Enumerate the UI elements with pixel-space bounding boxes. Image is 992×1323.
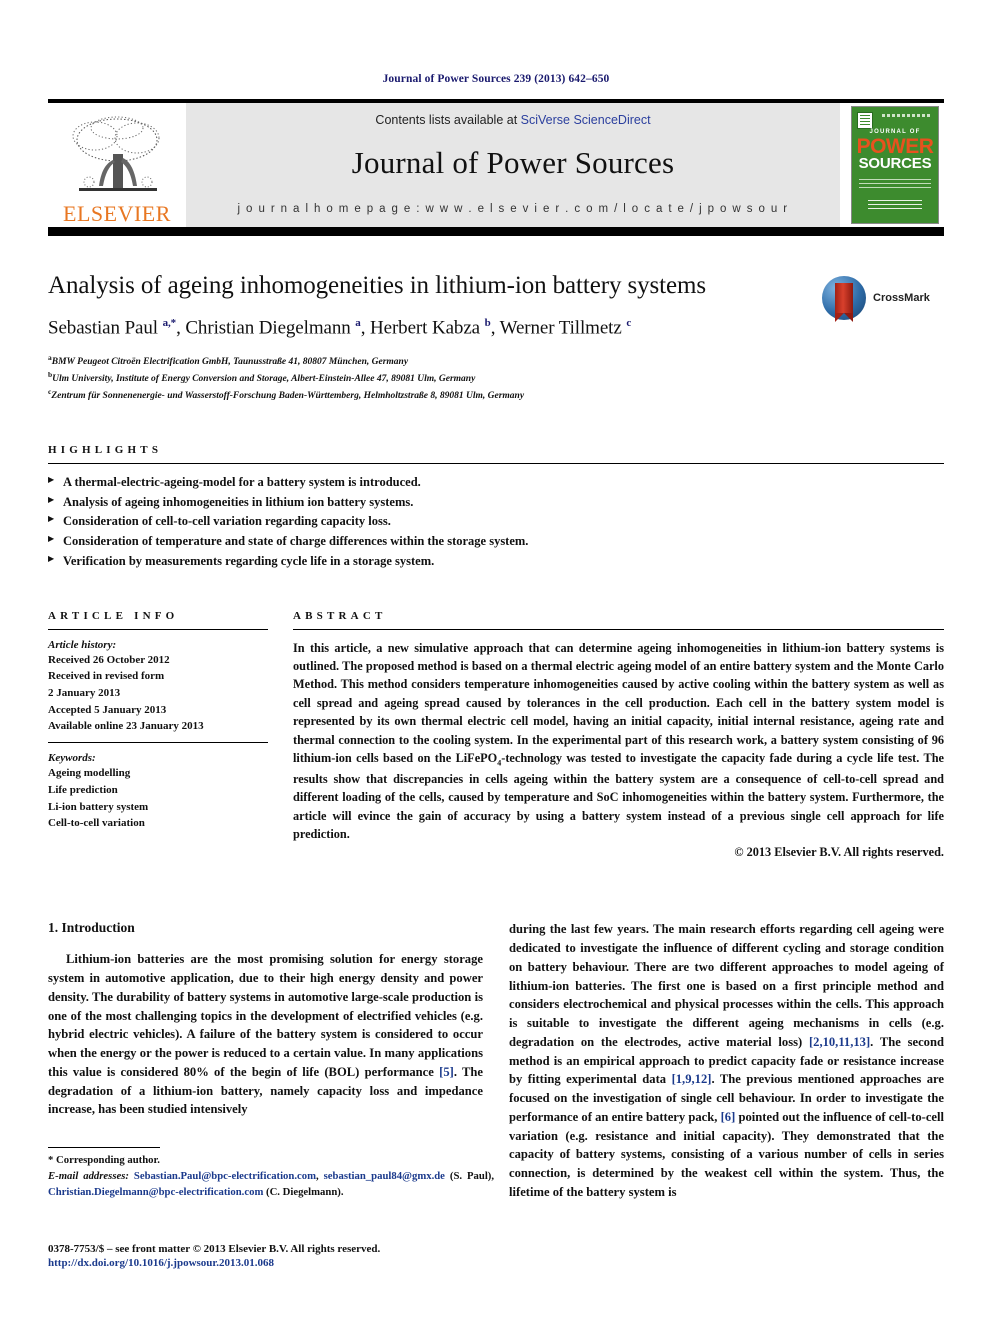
body-column-right: during the last few years. The main rese…: [509, 920, 944, 1201]
keyword-item: Cell-to-cell variation: [48, 817, 145, 830]
email-attr-1: (S. Paul),: [444, 1169, 495, 1182]
highlights-heading: HIGHLIGHTS: [48, 443, 163, 456]
affiliation-a: aBMW Peugeot Citroën Electrification Gmb…: [48, 353, 944, 370]
sciencedirect-link[interactable]: SciVerse ScienceDirect: [521, 113, 651, 127]
email-addresses-note: E-mail addresses: Sebastian.Paul@bpc-ele…: [48, 1169, 494, 1201]
list-item: Consideration of cell-to-cell variation …: [48, 512, 944, 532]
contents-available-line: Contents lists available at SciVerse Sci…: [375, 113, 650, 127]
affiliation-b: bUlm University, Institute of Energy Con…: [48, 370, 944, 387]
contents-prefix: Contents lists available at: [375, 113, 521, 127]
introduction-paragraph-left: Lithium-ion batteries are the most promi…: [48, 952, 483, 1117]
cover-sources-word: SOURCES: [858, 155, 932, 172]
corresponding-author-note: * Corresponding author.: [48, 1154, 160, 1166]
abstract-divider: [293, 628, 944, 630]
email-link-3[interactable]: Christian.Diegelmann@bpc-electrification…: [48, 1186, 263, 1198]
masthead-center: Contents lists available at SciVerse Sci…: [186, 103, 840, 227]
crossmark-icon: [822, 276, 866, 322]
introduction-heading: 1. Introduction: [48, 920, 135, 936]
history-revised-label: Received in revised form: [48, 670, 165, 683]
email-link-1[interactable]: Sebastian.Paul@bpc-electrification.com: [134, 1170, 316, 1182]
email-link-2[interactable]: sebastian_paul84@gmx.de: [324, 1170, 445, 1182]
abstract-text: In this article, a new simulative approa…: [293, 640, 944, 841]
elsevier-logo: ELSEVIER: [48, 103, 186, 227]
running-head: Journal of Power Sources 239 (2013) 642–…: [382, 73, 610, 85]
journal-masthead: ELSEVIER Contents lists available at Sci…: [48, 99, 944, 236]
affiliation-text-c: Zentrum für Sonnenenergie- und Wassersto…: [51, 391, 525, 402]
email-attr-3: (C. Diegelmann).: [263, 1185, 344, 1198]
footnote-rule: [48, 1147, 160, 1148]
highlights-divider: [48, 462, 944, 464]
affiliation-list: aBMW Peugeot Citroën Electrification Gmb…: [48, 353, 944, 404]
list-item: Analysis of ageing inhomogeneities in li…: [48, 493, 944, 513]
introduction-paragraph-right: during the last few years. The main rese…: [509, 922, 944, 1199]
history-accepted: Accepted 5 January 2013: [48, 703, 167, 716]
keywords-divider: [48, 742, 268, 744]
title-block: Analysis of ageing inhomogeneities in li…: [48, 272, 944, 404]
footnote-block: * Corresponding author. E-mail addresses…: [48, 1147, 494, 1200]
imprint-block: 0378-7753/$ – see front matter © 2013 El…: [48, 1243, 494, 1269]
journal-homepage-line[interactable]: j o u r n a l h o m e p a g e : w w w . …: [238, 203, 789, 215]
article-history-label: Article history:: [48, 638, 117, 651]
cover-publisher-badge-icon: [857, 112, 873, 129]
info-abstract-row: ARTICLE INFO Article history: Received 2…: [48, 610, 944, 861]
highlights-list: A thermal-electric-ageing-model for a ba…: [48, 473, 944, 572]
email-addresses-label: E-mail addresses:: [48, 1169, 129, 1182]
keywords-block: Keywords: Ageing modelling Life predicti…: [48, 752, 268, 832]
keyword-item: Li-ion battery system: [48, 800, 149, 813]
list-item: Verification by measurements regarding c…: [48, 552, 944, 572]
doi-link[interactable]: http://dx.doi.org/10.1016/j.jpowsour.201…: [48, 1257, 494, 1269]
keyword-item: Ageing modelling: [48, 767, 131, 780]
article-info-heading: ARTICLE INFO: [48, 609, 179, 622]
article-info-section: ARTICLE INFO Article history: Received 2…: [48, 610, 293, 861]
journal-cover-image: JOURNAL OF POWER SOURCES: [851, 106, 939, 224]
journal-cover-block: JOURNAL OF POWER SOURCES: [840, 103, 944, 227]
cover-top-rule: [882, 114, 930, 117]
crossmark-label: CrossMark: [873, 292, 930, 304]
history-online: Available online 23 January 2013: [48, 720, 204, 733]
abstract-copyright: © 2013 Elsevier B.V. All rights reserved…: [734, 845, 944, 860]
page-title: Analysis of ageing inhomogeneities in li…: [48, 272, 706, 299]
cover-subtitle-lines: [859, 179, 931, 191]
list-item: Consideration of temperature and state o…: [48, 532, 944, 552]
elsevier-wordmark: ELSEVIER: [63, 201, 171, 226]
abstract-section: ABSTRACT In this article, a new simulati…: [293, 610, 944, 861]
cover-power-word: POWER: [856, 135, 934, 158]
keyword-item: Life prediction: [48, 783, 118, 796]
journal-article-page: Journal of Power Sources 239 (2013) 642–…: [0, 0, 992, 1323]
affiliation-text-a: BMW Peugeot Citroën Electrification GmbH…: [51, 357, 409, 368]
journal-title: Journal of Power Sources: [351, 145, 675, 180]
affiliation-text-b: Ulm University, Institute of Energy Conv…: [52, 374, 476, 385]
keywords-label: Keywords:: [48, 752, 96, 765]
email-sep-1: ,: [316, 1169, 324, 1182]
history-revised-date: 2 January 2013: [48, 687, 121, 700]
highlights-section: HIGHLIGHTS A thermal-electric-ageing-mod…: [48, 444, 944, 572]
masthead-bottom-rule: [48, 227, 944, 236]
affiliation-c: cZentrum für Sonnenenergie- und Wasserst…: [48, 387, 944, 404]
list-item: A thermal-electric-ageing-model for a ba…: [48, 473, 944, 493]
author-list: Sebastian Paul a,*, Christian Diegelmann…: [48, 316, 632, 339]
history-received: Received 26 October 2012: [48, 653, 170, 666]
cover-footer-lines: [868, 200, 922, 209]
crossmark-ribbon-shape: [835, 283, 853, 322]
issn-copyright-line: 0378-7753/$ – see front matter © 2013 El…: [48, 1243, 381, 1255]
elsevier-tree-icon: [72, 116, 160, 191]
abstract-heading: ABSTRACT: [293, 609, 387, 622]
crossmark-badge[interactable]: CrossMark: [822, 274, 944, 322]
article-info-divider: [48, 628, 268, 630]
